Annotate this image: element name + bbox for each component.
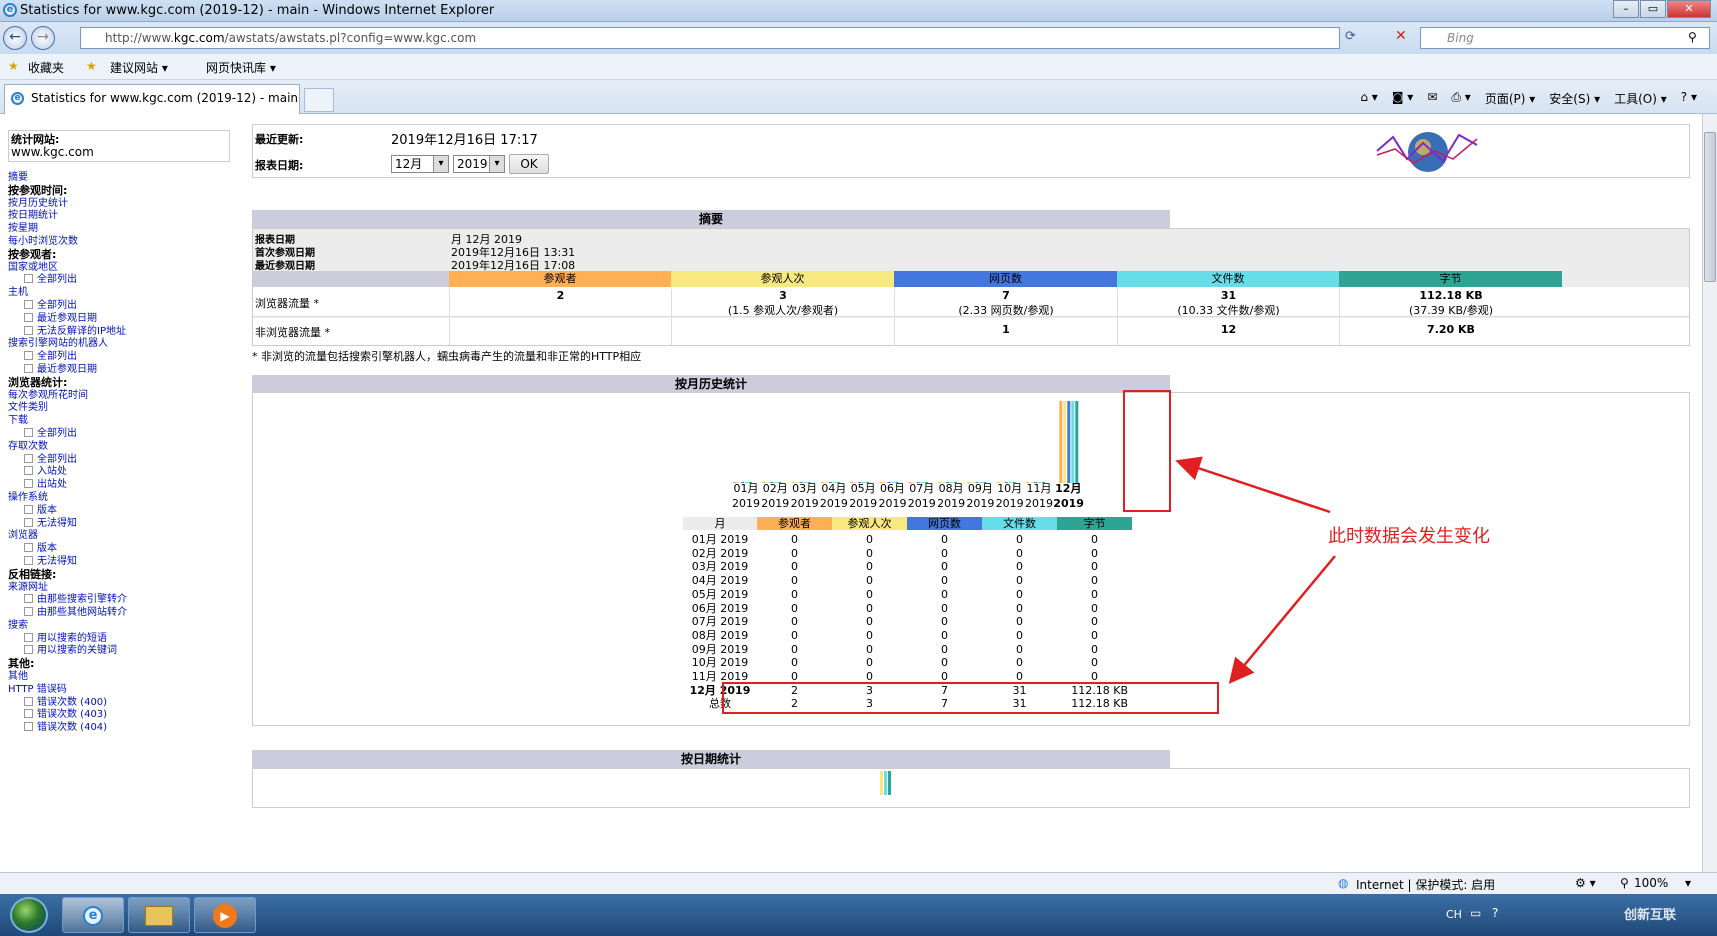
- tab-ie-icon: e: [11, 92, 24, 105]
- taskbar-ie-button[interactable]: e: [62, 897, 124, 933]
- arrow-to-table: [1228, 555, 1336, 684]
- favorites-star-icon: ★: [8, 59, 19, 73]
- status-bar: ◍ Internet | 保护模式: 启用 ⚙ ▾ ⚲ 100% ▾: [0, 872, 1717, 894]
- window-titlebar: e Statistics for www.kgc.com (2019-12) -…: [0, 0, 1717, 22]
- stop-icon[interactable]: ✕: [1395, 28, 1407, 44]
- page-content: 统计网站: www.kgc.com 摘要 按参观时间: 按月历史统计 按日期统计 按星期…: [0, 114, 1702, 872]
- active-tab[interactable]: e Statistics for www.kgc.com (2019-12) -…: [4, 84, 300, 114]
- url-prefix: http://www.: [105, 31, 174, 45]
- keyboard-icon[interactable]: ▭: [1470, 906, 1481, 920]
- tab-title: Statistics for www.kgc.com (2019-12) - m…: [31, 91, 299, 105]
- command-bar: ⌂ ▾ ◙ ▾ ✉ ⎙ ▾ 页面(P) ▾ 安全(S) ▾ 工具(O) ▾ ? …: [1360, 90, 1697, 107]
- forward-button[interactable]: →: [31, 26, 55, 50]
- tools-menu[interactable]: 工具(O) ▾: [1614, 90, 1667, 107]
- ie-icon: e: [3, 3, 17, 17]
- refresh-icon[interactable]: ⟳: [1345, 29, 1356, 44]
- zoom-icon: ⚲: [1620, 876, 1629, 890]
- window-controls: – ▭ ✕: [1612, 0, 1711, 18]
- annotation-text: 此时数据会发生变化: [1328, 526, 1490, 547]
- search-placeholder: Bing: [1447, 31, 1474, 45]
- scroll-thumb[interactable]: [1704, 132, 1716, 282]
- language-indicator[interactable]: CH: [1446, 908, 1462, 921]
- zoom-dropdown-icon[interactable]: ▾: [1685, 876, 1691, 890]
- home-icon[interactable]: ⌂ ▾: [1360, 90, 1377, 107]
- media-player-icon: ▶: [213, 904, 237, 928]
- address-input[interactable]: http://www.kgc.com/awstats/awstats.pl?co…: [80, 27, 1340, 49]
- maximize-button[interactable]: ▭: [1640, 0, 1666, 18]
- feeds-icon[interactable]: ◙ ▾: [1392, 90, 1413, 107]
- minimize-button[interactable]: –: [1613, 0, 1639, 18]
- zoom-level[interactable]: 100%: [1634, 876, 1668, 890]
- safety-menu[interactable]: 安全(S) ▾: [1549, 90, 1600, 107]
- protected-mode-icon[interactable]: ⚙ ▾: [1575, 876, 1596, 890]
- url-domain: kgc.com: [173, 31, 225, 45]
- back-button[interactable]: ←: [3, 26, 27, 50]
- help-icon[interactable]: ? ▾: [1681, 90, 1697, 107]
- web-slice-gallery-link[interactable]: 网页快讯库 ▾: [206, 59, 276, 76]
- suggested-sites-link[interactable]: 建议网站 ▾: [110, 59, 168, 76]
- security-zone[interactable]: Internet | 保护模式: 启用: [1356, 876, 1495, 893]
- search-icon[interactable]: ⚲: [1688, 30, 1697, 44]
- taskbar-ie-icon: e: [83, 906, 103, 926]
- window-title: Statistics for www.kgc.com (2019-12) - m…: [20, 3, 495, 18]
- arrow-to-chart: [1175, 456, 1331, 514]
- page-menu[interactable]: 页面(P) ▾: [1485, 90, 1535, 107]
- address-bar-row: ← → http://www.kgc.com/awstats/awstats.p…: [0, 22, 1717, 54]
- annotation-arrows: [1175, 456, 1336, 684]
- vertical-scrollbar[interactable]: [1702, 114, 1717, 872]
- add-favorite-icon[interactable]: ★: [86, 59, 97, 73]
- globe-icon: ◍: [1338, 876, 1349, 890]
- favorites-button[interactable]: 收藏夹: [28, 59, 64, 76]
- print-icon[interactable]: ⎙ ▾: [1451, 90, 1470, 107]
- new-tab-button[interactable]: [304, 88, 334, 112]
- help-tray-icon[interactable]: ?: [1492, 906, 1498, 920]
- taskbar-media-button[interactable]: ▶: [194, 897, 256, 933]
- taskbar-explorer-button[interactable]: [128, 897, 190, 933]
- watermark-logo: 创新互联: [1624, 908, 1677, 923]
- taskbar: e ▶ CH ▭ ? 创新互联: [0, 894, 1717, 936]
- close-button[interactable]: ✕: [1667, 0, 1711, 18]
- start-button[interactable]: [10, 897, 48, 933]
- mail-icon[interactable]: ✉: [1427, 90, 1437, 107]
- folder-icon: [145, 906, 173, 926]
- search-input[interactable]: Bing: [1420, 27, 1710, 49]
- favorites-bar: ★ 收藏夹 ★ 建议网站 ▾ 网页快讯库 ▾: [0, 54, 1717, 80]
- url-path: /awstats/awstats.pl?config=www.kgc.com: [224, 31, 477, 45]
